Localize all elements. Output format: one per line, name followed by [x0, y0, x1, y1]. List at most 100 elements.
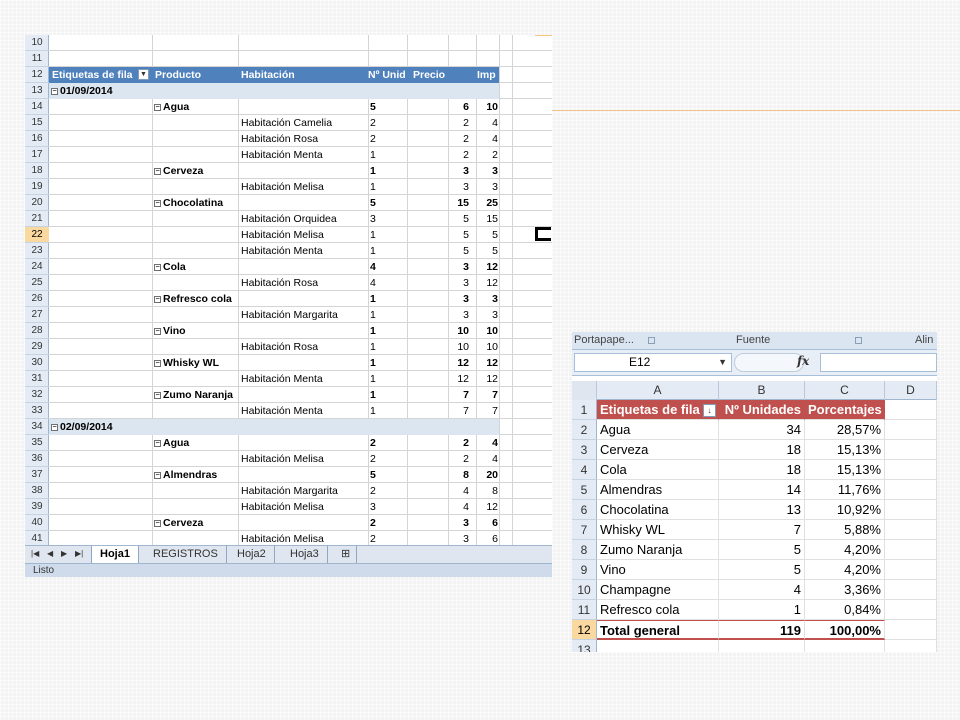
room-label[interactable]: Habitación Rosa [241, 131, 318, 147]
units-cell[interactable]: 1 [370, 227, 390, 243]
amount-cell[interactable]: 10 [470, 339, 498, 355]
table-cell-c[interactable]: 0,84% [805, 600, 885, 620]
table-cell-b[interactable]: 5 [719, 560, 805, 580]
table-cell-d[interactable] [885, 440, 937, 460]
tab-hoja1[interactable]: Hoja1 [91, 546, 139, 563]
price-cell[interactable]: 2 [407, 131, 469, 147]
price-cell[interactable]: 5 [407, 243, 469, 259]
units-cell[interactable]: 5 [370, 195, 390, 211]
total-cell-c[interactable]: 100,00% [805, 620, 885, 640]
row-header[interactable]: 11 [572, 600, 597, 620]
date-group-label[interactable]: −01/09/2014 [51, 83, 113, 99]
amount-cell[interactable]: 6 [470, 515, 498, 531]
price-cell[interactable]: 10 [407, 339, 469, 355]
collapse-icon[interactable]: − [154, 296, 161, 303]
units-cell[interactable]: 1 [370, 307, 390, 323]
units-cell[interactable]: 5 [370, 99, 390, 115]
table-cell-a[interactable]: Whisky WL [597, 520, 719, 540]
row-header[interactable]: 35 [25, 435, 49, 451]
table-cell-d[interactable] [885, 420, 937, 440]
row-header[interactable]: 20 [25, 195, 49, 211]
price-cell[interactable]: 3 [407, 259, 469, 275]
price-cell[interactable]: 15 [407, 195, 469, 211]
row-header[interactable]: 15 [25, 115, 49, 131]
table-cell-b[interactable]: 13 [719, 500, 805, 520]
prev-sheet-icon[interactable]: ◀ [47, 549, 53, 558]
insert-function-icon[interactable]: fx [797, 354, 809, 368]
product-label[interactable]: − Agua [154, 435, 189, 451]
table-cell-d[interactable] [885, 580, 937, 600]
table-cell-d[interactable] [885, 480, 937, 500]
row-header[interactable]: 28 [25, 323, 49, 339]
price-cell[interactable]: 6 [407, 99, 469, 115]
units-cell[interactable]: 1 [370, 355, 390, 371]
amount-cell[interactable]: 4 [470, 435, 498, 451]
table-cell-a[interactable]: Cerveza [597, 440, 719, 460]
row-header[interactable]: 16 [25, 131, 49, 147]
units-cell[interactable]: 1 [370, 339, 390, 355]
collapse-icon[interactable]: − [154, 104, 161, 111]
price-cell[interactable]: 3 [407, 163, 469, 179]
product-label[interactable]: − Vino [154, 323, 186, 339]
table-cell-b[interactable] [719, 640, 805, 652]
amount-cell[interactable]: 12 [470, 499, 498, 515]
product-label[interactable]: − Cerveza [154, 515, 203, 531]
price-cell[interactable]: 2 [407, 435, 469, 451]
table-cell-a[interactable]: Vino [597, 560, 719, 580]
amount-cell[interactable]: 3 [470, 291, 498, 307]
product-label[interactable]: − Zumo Naranja [154, 387, 233, 403]
price-cell[interactable]: 3 [407, 307, 469, 323]
table-cell-b[interactable]: 7 [719, 520, 805, 540]
table-cell-d[interactable] [885, 500, 937, 520]
units-cell[interactable]: 2 [370, 131, 390, 147]
price-cell[interactable]: 3 [407, 275, 469, 291]
amount-cell[interactable]: 3 [470, 179, 498, 195]
row-header[interactable]: 24 [25, 259, 49, 275]
collapse-icon[interactable]: − [51, 88, 58, 95]
units-cell[interactable]: 1 [370, 291, 390, 307]
table-cell-a[interactable]: Chocolatina [597, 500, 719, 520]
table-cell-a[interactable]: Cola [597, 460, 719, 480]
price-cell[interactable]: 3 [407, 515, 469, 531]
row-header[interactable]: 10 [572, 580, 597, 600]
row-header[interactable]: 38 [25, 483, 49, 499]
amount-cell[interactable]: 5 [470, 227, 498, 243]
table-cell-b[interactable]: 1 [719, 600, 805, 620]
amount-cell[interactable]: 12 [470, 371, 498, 387]
row-header[interactable]: 18 [25, 163, 49, 179]
row-header[interactable]: 4 [572, 460, 597, 480]
price-cell[interactable]: 8 [407, 467, 469, 483]
room-label[interactable]: Habitación Margarita [241, 307, 338, 323]
collapse-icon[interactable]: − [154, 200, 161, 207]
amount-cell[interactable]: 4 [470, 451, 498, 467]
amount-cell[interactable]: 4 [470, 131, 498, 147]
row-header[interactable]: 13 [572, 640, 597, 652]
table-cell-c[interactable]: 15,13% [805, 440, 885, 460]
row-header[interactable]: 37 [25, 467, 49, 483]
select-all-corner[interactable] [572, 381, 597, 400]
product-label[interactable]: − Chocolatina [154, 195, 223, 211]
insert-sheet-icon[interactable]: ⊞ [335, 546, 358, 563]
room-label[interactable]: Habitación Rosa [241, 275, 318, 291]
row-header[interactable]: 12 [572, 620, 597, 640]
units-cell[interactable]: 2 [370, 435, 390, 451]
price-cell[interactable]: 7 [407, 387, 469, 403]
pivot-header-d[interactable] [885, 400, 937, 420]
collapse-icon[interactable]: − [154, 472, 161, 479]
row-header[interactable]: 19 [25, 179, 49, 195]
price-cell[interactable]: 2 [407, 115, 469, 131]
units-cell[interactable]: 1 [370, 387, 390, 403]
price-cell[interactable]: 12 [407, 355, 469, 371]
row-header[interactable]: 31 [25, 371, 49, 387]
table-cell-c[interactable]: 3,36% [805, 580, 885, 600]
units-cell[interactable]: 3 [370, 211, 390, 227]
table-cell-c[interactable]: 28,57% [805, 420, 885, 440]
collapse-icon[interactable]: − [154, 392, 161, 399]
row-header[interactable]: 8 [572, 540, 597, 560]
column-header-b[interactable]: B [719, 381, 805, 400]
room-label[interactable]: Habitación Melisa [241, 499, 324, 515]
units-cell[interactable]: 1 [370, 147, 390, 163]
chevron-down-icon[interactable]: ▼ [718, 354, 727, 371]
price-cell[interactable]: 5 [407, 211, 469, 227]
table-cell-a[interactable]: Refresco cola [597, 600, 719, 620]
